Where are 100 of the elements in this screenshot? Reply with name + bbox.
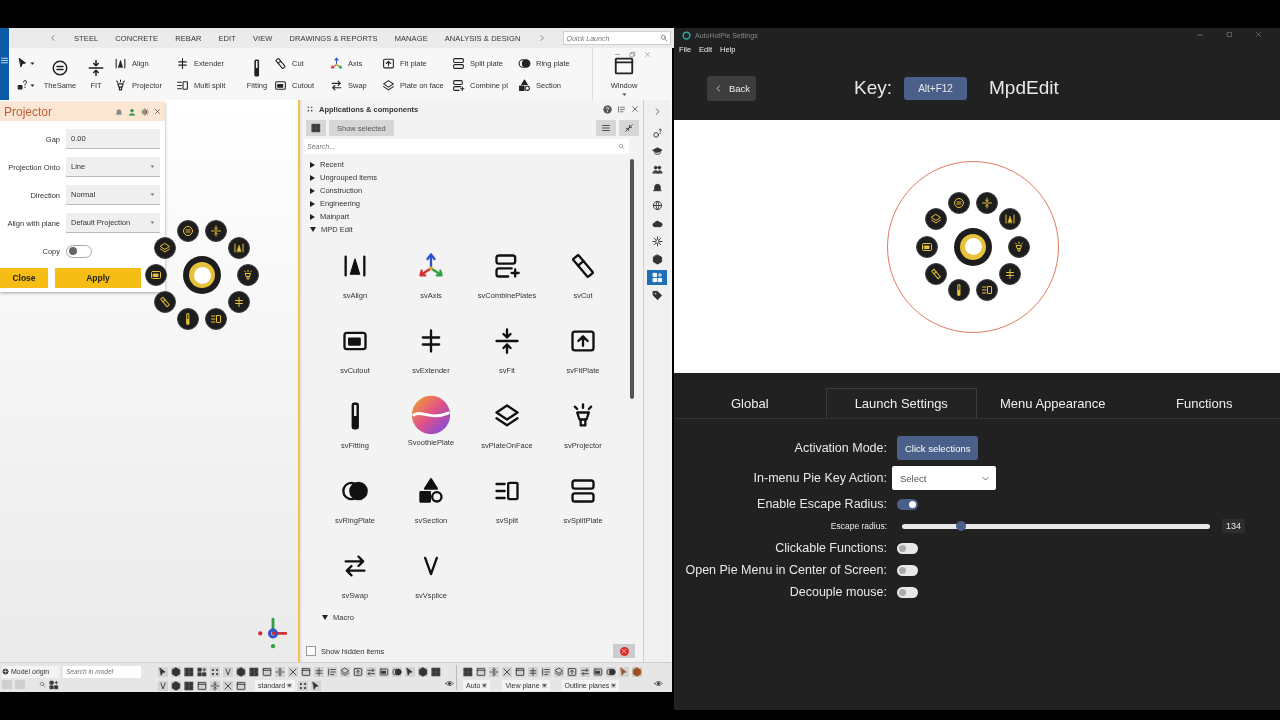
tab[interactable]: Functions [1128, 388, 1280, 418]
scrollbar[interactable] [630, 159, 634, 399]
combine-plates-icon [493, 252, 521, 280]
key-label: Key: [854, 77, 893, 99]
pie-slice-button[interactable] [999, 262, 1022, 285]
settings-icon [141, 107, 149, 116]
search-icon [39, 681, 46, 688]
checkbox[interactable] [306, 646, 316, 656]
slider-track[interactable] [902, 523, 1210, 529]
cloud-icon [651, 218, 663, 229]
search-icon [659, 34, 668, 42]
lamp-icon [1013, 240, 1025, 253]
pie-slice-button[interactable] [176, 220, 199, 243]
pie-slice-button[interactable] [976, 191, 999, 214]
pie-slice-button[interactable] [176, 307, 199, 330]
tab[interactable]: Global [674, 388, 826, 418]
pie-slice-button[interactable] [1008, 235, 1030, 258]
axis-gizmo-icon [256, 615, 290, 649]
split-lines-icon [210, 312, 223, 325]
back-button[interactable]: Back [707, 75, 756, 101]
list-view-button[interactable] [596, 120, 616, 136]
slider-value: 134 [1222, 519, 1246, 533]
toggle-switch[interactable] [66, 244, 92, 258]
pie-slice-button[interactable] [237, 264, 259, 286]
close-button[interactable]: Close [0, 268, 48, 288]
toggle-switch[interactable] [897, 586, 918, 598]
slider-thumb[interactable] [955, 521, 966, 531]
bell-icon [115, 107, 123, 116]
tool-icon [223, 666, 233, 677]
arrows-to-line-icon [87, 58, 105, 77]
tool-icon [619, 666, 629, 677]
cutout-icon [921, 240, 933, 253]
pie-center [183, 256, 221, 294]
tool-icon [606, 666, 616, 677]
caret-down-icon [150, 164, 155, 169]
pie-slice-button[interactable] [976, 279, 999, 302]
pie-slice-button[interactable] [205, 307, 228, 330]
pie-slice-button[interactable] [947, 279, 970, 302]
layers-icon [382, 78, 395, 92]
pie-slice-button[interactable] [924, 262, 947, 285]
flashlight-icon [274, 56, 287, 70]
tool-icon [418, 666, 428, 677]
caret-down-icon [150, 220, 155, 225]
graduation-cap-icon [651, 146, 663, 157]
toggle-switch[interactable] [897, 498, 918, 510]
remove-button[interactable] [613, 644, 635, 658]
apps-icon [651, 272, 663, 283]
collapse-button[interactable] [619, 120, 639, 136]
pie-slice-button[interactable] [999, 208, 1022, 231]
flashlight-icon [929, 267, 942, 280]
tool-icon [249, 666, 259, 677]
pie-slice-button[interactable] [924, 208, 947, 231]
side-tool-button[interactable] [647, 270, 667, 285]
setting-label: Activation Mode: [793, 441, 887, 455]
maximize-icon [1226, 31, 1233, 38]
pie-slice-button[interactable] [205, 220, 228, 243]
arrows-to-line-icon [210, 225, 223, 238]
shapes-icon [417, 477, 445, 505]
dropdown[interactable]: Select [892, 466, 996, 490]
combine-plates-icon [452, 78, 465, 92]
key-question-icon [651, 128, 663, 139]
tool-icon [366, 666, 376, 677]
pie-slice-button[interactable] [228, 291, 251, 314]
window-icon [613, 55, 635, 77]
setting-label: Escape radius: [829, 521, 887, 531]
caret-down-icon [611, 683, 617, 688]
axes-icon [417, 252, 445, 280]
tool-icon [632, 666, 642, 677]
caret-down-icon [150, 192, 155, 197]
arrows-to-line-icon [981, 196, 994, 209]
caret-down-icon [541, 683, 547, 688]
fitting-icon [350, 402, 360, 430]
equals-circle-icon [952, 196, 965, 209]
tool-icon [476, 666, 486, 677]
tool-icon [184, 666, 194, 677]
setting-label: In-menu Pie Key Action: [752, 471, 887, 485]
grid-view-button[interactable] [306, 120, 326, 136]
caret-down-icon [482, 683, 488, 688]
tab[interactable]: Launch Settings [825, 388, 977, 418]
fitting-icon [254, 58, 260, 77]
cutout-icon [150, 269, 162, 281]
collapse-icon [624, 123, 634, 133]
fitting-icon [185, 312, 190, 325]
apply-button[interactable]: Apply [55, 268, 141, 288]
hotkey-button[interactable]: Alt+F12 [904, 76, 968, 100]
tool-icon [405, 666, 415, 677]
pie-slice-button[interactable] [153, 291, 176, 314]
tool-icon [353, 666, 363, 677]
toggle-switch[interactable] [897, 564, 918, 576]
search-icon [618, 143, 625, 150]
tool-icon [327, 666, 337, 677]
tab[interactable]: Menu Appearance [977, 388, 1129, 418]
pie-slice-button[interactable] [228, 236, 251, 259]
tool-icon [392, 666, 402, 677]
grid-icon [311, 123, 321, 133]
toggle-switch[interactable] [897, 542, 918, 554]
tool-icon [379, 666, 389, 677]
pie-slice-button[interactable] [916, 235, 938, 258]
pie-slice-button[interactable] [947, 191, 970, 214]
mode-button[interactable]: Click selections [897, 436, 979, 460]
